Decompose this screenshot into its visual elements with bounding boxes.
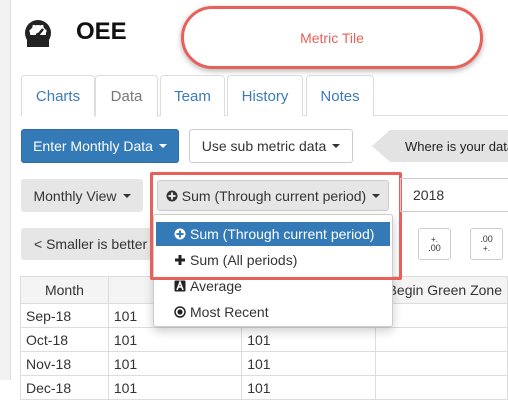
increase-decimals-button[interactable]: +. .00 [418, 228, 451, 260]
left-edge-panel [0, 0, 11, 380]
dropdown-label: Sum (Through current period) [181, 187, 367, 204]
value-cell[interactable]: 101 [241, 327, 376, 352]
aggregation-menu: Sum (Through current period) Sum (All pe… [153, 214, 393, 327]
smaller-is-better-toggle[interactable]: < Smaller is better [21, 228, 151, 260]
tab-data[interactable]: Data [95, 75, 158, 117]
menu-item-label: Most Recent [190, 304, 269, 320]
table-row: Nov-18 101 101 [20, 351, 508, 376]
caret-down-icon [122, 193, 131, 198]
value-cell[interactable] [374, 327, 508, 352]
tab-label: Charts [35, 87, 81, 105]
month-cell: Oct-18 [20, 327, 109, 352]
decimal-label: .00 [428, 243, 441, 253]
value-cell[interactable]: 101 [241, 351, 376, 376]
aggregation-dropdown[interactable]: Sum (Through current period) [157, 180, 389, 211]
value-cell[interactable]: 101 [107, 375, 243, 400]
tab-label: Team [174, 87, 211, 105]
menu-item-sum-all-periods[interactable]: Sum (All periods) [156, 248, 390, 272]
caret-down-icon [372, 193, 381, 198]
tab-label: Data [110, 88, 143, 105]
menu-item-sum-through-current[interactable]: Sum (Through current period) [156, 222, 390, 246]
monthly-view-dropdown[interactable]: Monthly View [21, 179, 143, 212]
value-cell[interactable] [374, 303, 508, 328]
year-input[interactable]: 2018 [400, 178, 508, 212]
dropdown-label: Monthly View [33, 187, 117, 204]
table-row: Dec-18 101 101 [20, 375, 508, 400]
button-label: Enter Monthly Data [33, 138, 153, 154]
value-cell[interactable] [374, 351, 508, 376]
table-row: Oct-18 101 101 [20, 327, 508, 352]
tab-charts[interactable]: Charts [21, 75, 95, 116]
toggle-label: < Smaller is better [34, 236, 148, 252]
tab-notes[interactable]: Notes [306, 75, 374, 116]
plus-circle-icon [174, 228, 186, 240]
column-header[interactable]: Begin Green Zone [374, 276, 508, 304]
enter-monthly-data-button[interactable]: Enter Monthly Data [21, 129, 179, 163]
value-cell[interactable]: 101 [107, 327, 243, 352]
decrease-decimals-icon: .00 +. [480, 234, 493, 254]
plus-icon [174, 254, 186, 266]
value-cell[interactable]: 101 [241, 375, 376, 400]
year-value: 2018 [413, 187, 445, 203]
tab-label: History [241, 87, 289, 105]
average-icon [174, 279, 186, 292]
use-sub-metric-button[interactable]: Use sub metric data [189, 129, 353, 163]
metric-tile-callout: Metric Tile [181, 6, 483, 69]
decimal-label: .00 [480, 234, 493, 244]
plus-circle-icon [166, 190, 178, 202]
caret-down-icon [158, 144, 167, 148]
menu-item-label: Sum (All periods) [190, 252, 298, 268]
tab-label: Notes [320, 87, 360, 105]
increase-decimals-icon: +. .00 [428, 235, 441, 253]
value-cell[interactable]: 101 [107, 351, 243, 376]
where-is-your-data-button[interactable]: Where is your data [372, 130, 508, 162]
month-cell: Nov-18 [20, 351, 109, 376]
value-cell[interactable] [374, 375, 508, 400]
callout-label: Metric Tile [300, 29, 364, 46]
month-cell: Dec-18 [20, 375, 109, 400]
button-label: Use sub metric data [201, 138, 327, 154]
decrease-decimals-button[interactable]: .00 +. [470, 228, 503, 260]
tab-team[interactable]: Team [160, 75, 225, 116]
menu-item-most-recent[interactable]: Most Recent [156, 300, 390, 324]
tab-history[interactable]: History [227, 75, 303, 116]
gauge-icon [25, 20, 51, 47]
month-cell: Sep-18 [20, 303, 109, 328]
column-header[interactable]: Month [20, 276, 109, 304]
menu-item-average[interactable]: Average [156, 274, 390, 298]
menu-item-label: Average [190, 278, 242, 294]
caret-down-icon [332, 144, 341, 148]
record-icon [174, 306, 186, 318]
menu-item-label: Sum (Through current period) [190, 226, 375, 242]
page-title: OEE [76, 18, 127, 45]
where-label: Where is your data [405, 138, 508, 154]
